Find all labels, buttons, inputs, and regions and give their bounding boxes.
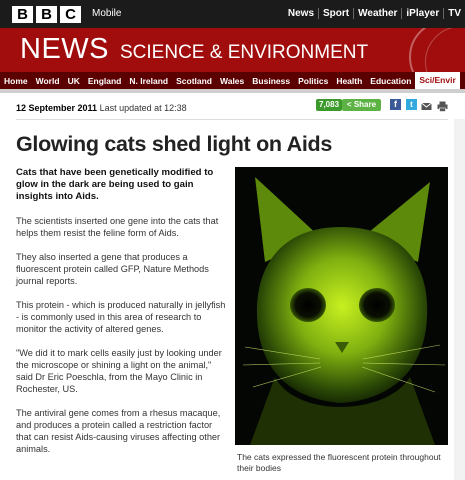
share-label: Share bbox=[353, 100, 377, 109]
nav-item-england[interactable]: England bbox=[84, 76, 126, 86]
bbc-logo[interactable]: B B C bbox=[12, 6, 81, 23]
article-date: 12 September 2011 bbox=[16, 103, 98, 113]
last-updated: Last updated at 12:38 bbox=[99, 103, 187, 113]
top-bar: B B C Mobile News Sport Weather iPlayer … bbox=[0, 0, 465, 28]
email-icon[interactable] bbox=[421, 99, 432, 110]
dateline: 12 September 2011 Last updated at 12:38 bbox=[16, 103, 187, 113]
logo-letter: C bbox=[60, 6, 81, 23]
global-nav-sport[interactable]: Sport bbox=[319, 8, 355, 19]
section-nav: Home World UK England N. Ireland Scotlan… bbox=[0, 72, 465, 89]
nav-item-uk[interactable]: UK bbox=[64, 76, 84, 86]
global-nav-tv[interactable]: TV bbox=[444, 8, 461, 19]
facebook-icon[interactable]: f bbox=[390, 99, 401, 110]
global-nav: News Sport Weather iPlayer TV bbox=[284, 8, 461, 19]
share-button[interactable]: < Share bbox=[342, 99, 381, 111]
print-icon[interactable] bbox=[437, 99, 448, 112]
header-rule bbox=[16, 119, 448, 120]
global-nav-news[interactable]: News bbox=[284, 8, 320, 19]
article-paragraph: The scientists inserted one gene into th… bbox=[16, 216, 219, 238]
nav-item-business[interactable]: Business bbox=[248, 76, 294, 86]
news-title[interactable]: NEWS bbox=[20, 33, 109, 66]
nav-item-n-ireland[interactable]: N. Ireland bbox=[125, 76, 172, 86]
photo-caption: The cats expressed the fluorescent prote… bbox=[237, 452, 441, 473]
nav-item-politics[interactable]: Politics bbox=[294, 76, 332, 86]
nav-item-sci-envir[interactable]: Sci/Envir bbox=[415, 72, 460, 89]
article-paragraph: This protein - which is produced natural… bbox=[16, 300, 226, 334]
section-title: SCIENCE & ENVIRONMENT bbox=[120, 42, 369, 63]
news-banner: NEWS SCIENCE & ENVIRONMENT bbox=[0, 28, 465, 72]
share-count: 7,083 bbox=[316, 99, 343, 111]
logo-letter: B bbox=[36, 6, 57, 23]
article-paragraph: The antiviral gene comes from a rhesus m… bbox=[16, 408, 221, 454]
article-paragraph: They also inserted a gene that produces … bbox=[16, 252, 209, 286]
nav-item-health[interactable]: Health bbox=[332, 76, 366, 86]
nav-item-world[interactable]: World bbox=[32, 76, 64, 86]
nav-item-home[interactable]: Home bbox=[0, 76, 32, 86]
glowing-cat-image bbox=[235, 167, 448, 445]
global-nav-weather[interactable]: Weather bbox=[354, 8, 403, 19]
nav-divider bbox=[0, 89, 465, 93]
nav-item-education[interactable]: Education bbox=[366, 76, 415, 86]
nav-item-scotland[interactable]: Scotland bbox=[172, 76, 216, 86]
right-column-edge bbox=[454, 119, 465, 480]
global-nav-iplayer[interactable]: iPlayer bbox=[402, 8, 445, 19]
article-headline: Glowing cats shed light on Aids bbox=[16, 132, 333, 156]
nav-item-wales[interactable]: Wales bbox=[216, 76, 248, 86]
logo-letter: B bbox=[12, 6, 33, 23]
mobile-label: Mobile bbox=[92, 8, 122, 19]
share-icon: < bbox=[346, 100, 352, 109]
twitter-icon[interactable]: t bbox=[406, 99, 417, 110]
article-body: Cats that have been genetically modified… bbox=[16, 167, 228, 467]
article-paragraph: "We did it to mark cells easily just by … bbox=[16, 348, 222, 394]
article-photo bbox=[235, 167, 448, 445]
article-intro: Cats that have been genetically modified… bbox=[16, 167, 214, 202]
